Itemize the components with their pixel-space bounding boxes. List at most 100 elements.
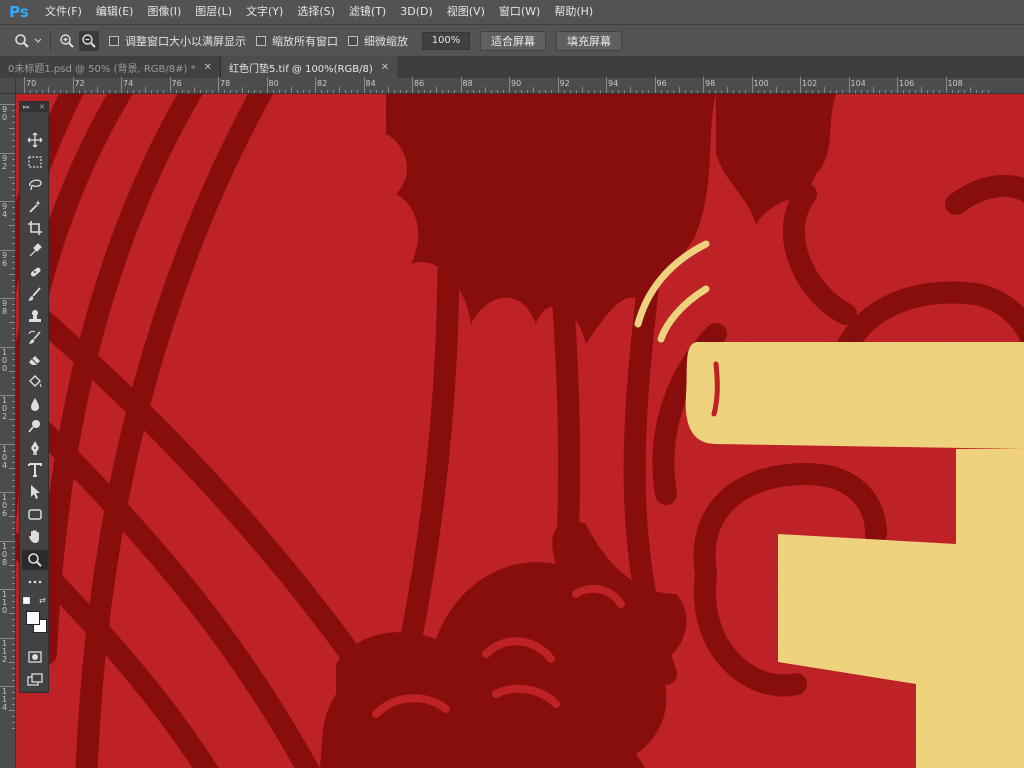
ruler-tick xyxy=(509,77,510,93)
screen-mode-button[interactable] xyxy=(22,670,48,690)
ruler-tick xyxy=(818,90,820,93)
ruler-tick xyxy=(751,77,753,93)
foreground-color-swatch[interactable] xyxy=(26,611,40,625)
menu-view[interactable]: 视图(V) xyxy=(440,0,492,24)
fit-screen-button[interactable]: 适合屏幕 xyxy=(480,30,546,51)
ruler-tick xyxy=(884,90,886,93)
ruler-tick xyxy=(12,528,15,530)
close-icon[interactable]: ✕ xyxy=(39,102,45,112)
quick-mask-button[interactable] xyxy=(22,647,48,667)
zoom-tool[interactable] xyxy=(22,550,48,570)
menu-filter[interactable]: 滤镜(T) xyxy=(342,0,393,24)
close-icon[interactable]: ✕ xyxy=(204,62,212,73)
blur-tool[interactable] xyxy=(22,394,48,414)
shape-tool[interactable] xyxy=(22,504,48,524)
horizontal-ruler[interactable]: 70 72 74 76 78 80 82 84 86 88 90 92 94 96 98 100 102 104 1… xyxy=(16,77,1024,94)
ruler-tick xyxy=(745,90,747,93)
checkbox-box[interactable] xyxy=(256,35,266,46)
eraser-tool[interactable] xyxy=(22,350,48,370)
dodge-tool[interactable] xyxy=(22,416,48,436)
menu-window[interactable]: 窗口(W) xyxy=(492,0,547,24)
ruler-tick xyxy=(9,661,15,663)
menu-file[interactable]: 文件(F) xyxy=(38,0,89,24)
fill-screen-button[interactable]: 填充屏幕 xyxy=(556,30,622,51)
stamp-tool[interactable] xyxy=(22,306,48,326)
scrubby-zoom-checkbox[interactable]: 细微缩放 xyxy=(348,33,408,49)
menu-bar: Ps 文件(F) 编辑(E) 图像(I) 图层(L) 文字(Y) 选择(S) 滤… xyxy=(0,0,1024,24)
menu-layer[interactable]: 图层(L) xyxy=(188,0,239,24)
menu-image[interactable]: 图像(I) xyxy=(140,0,188,24)
document-canvas[interactable] xyxy=(16,94,1024,768)
pen-icon xyxy=(31,441,39,455)
menu-select[interactable]: 选择(S) xyxy=(290,0,342,24)
ruler-tick xyxy=(381,90,383,93)
healing-tool[interactable] xyxy=(22,262,48,282)
crop-tool[interactable] xyxy=(22,218,48,238)
zoom-percent-field[interactable]: 100% xyxy=(422,31,470,50)
ruler-tick xyxy=(114,90,116,93)
zoom-out-icon[interactable] xyxy=(79,30,99,51)
menu-edit[interactable]: 编辑(E) xyxy=(89,0,141,24)
ruler-label: 98 xyxy=(2,299,8,316)
move-tool[interactable] xyxy=(22,130,48,150)
checkbox-box[interactable] xyxy=(109,35,119,46)
ruler-tick xyxy=(824,87,826,93)
ruler-tick xyxy=(866,90,868,93)
ruler-label: 104 xyxy=(2,444,8,470)
pen-tool[interactable] xyxy=(22,438,48,458)
ruler-tick xyxy=(842,90,844,93)
paint-bucket-tool[interactable] xyxy=(22,372,48,392)
checkbox-box[interactable] xyxy=(348,35,358,46)
default-colors-icon[interactable] xyxy=(23,597,30,604)
marquee-tool[interactable] xyxy=(22,152,48,172)
ruler-tick xyxy=(424,90,426,93)
ruler-label: 100 xyxy=(753,79,769,88)
tab-red-doormat[interactable]: 红色门垫5.tif @ 100%(RGB/8) ✕ xyxy=(220,56,398,78)
close-icon[interactable]: ✕ xyxy=(381,62,389,73)
resize-windows-checkbox[interactable]: 调整窗口大小以满屏显示 xyxy=(109,33,246,49)
collapse-icon[interactable]: ▸▸ xyxy=(23,102,30,112)
tools-panel-header[interactable]: ▸▸ ✕ xyxy=(20,102,48,112)
chevron-down-icon[interactable] xyxy=(32,31,44,51)
zoom-all-windows-checkbox[interactable]: 缩放所有窗口 xyxy=(256,33,338,49)
ruler-tick xyxy=(0,346,15,348)
zoom-tool-preset-icon[interactable] xyxy=(12,31,32,51)
ruler-tick xyxy=(308,90,310,93)
ruler-tick xyxy=(563,90,565,93)
more-tool[interactable] xyxy=(22,572,48,592)
zoom-in-icon[interactable] xyxy=(57,31,77,51)
brush-tool[interactable] xyxy=(22,284,48,304)
menu-type[interactable]: 文字(Y) xyxy=(239,0,290,24)
ruler-tick xyxy=(48,87,50,93)
ruler-tick xyxy=(9,225,15,227)
magic-wand-tool[interactable] xyxy=(22,196,48,216)
ruler-tick xyxy=(12,461,15,463)
ruler-tick xyxy=(12,310,15,312)
ruler-tick xyxy=(12,328,15,330)
ruler-tick xyxy=(78,90,80,93)
ruler-tick xyxy=(9,710,15,712)
ruler-origin[interactable] xyxy=(0,78,16,94)
swap-colors-icon[interactable]: ⇄ xyxy=(39,597,46,605)
eyedropper-tool[interactable] xyxy=(22,240,48,260)
menu-3d[interactable]: 3D(D) xyxy=(393,0,440,24)
marquee-icon xyxy=(28,156,42,168)
ruler-tick xyxy=(272,90,274,93)
hand-tool[interactable] xyxy=(22,526,48,546)
ruler-label: 70 xyxy=(26,79,37,88)
tab-untitled-psd[interactable]: 0未标题1.psd @ 50% (背景, RGB/8#) * ✕ xyxy=(0,56,221,78)
vertical-ruler[interactable]: 90 92 94 96 98 100 102 104 106 108 110 112 114 xyxy=(0,94,16,768)
ruler-tick xyxy=(12,304,15,306)
menu-help[interactable]: 帮助(H) xyxy=(547,0,600,24)
ruler-tick xyxy=(181,90,183,93)
type-tool[interactable] xyxy=(22,460,48,480)
ruler-tick xyxy=(9,322,15,324)
ruler-tick xyxy=(290,87,292,93)
lasso-tool[interactable] xyxy=(22,174,48,194)
ruler-tick xyxy=(612,90,614,93)
history-brush-tool[interactable] xyxy=(22,328,48,348)
ruler-tick xyxy=(836,90,838,93)
ruler-tick xyxy=(775,87,777,93)
color-swatches[interactable]: ⇄ xyxy=(23,597,47,639)
path-select-tool[interactable] xyxy=(22,482,48,502)
